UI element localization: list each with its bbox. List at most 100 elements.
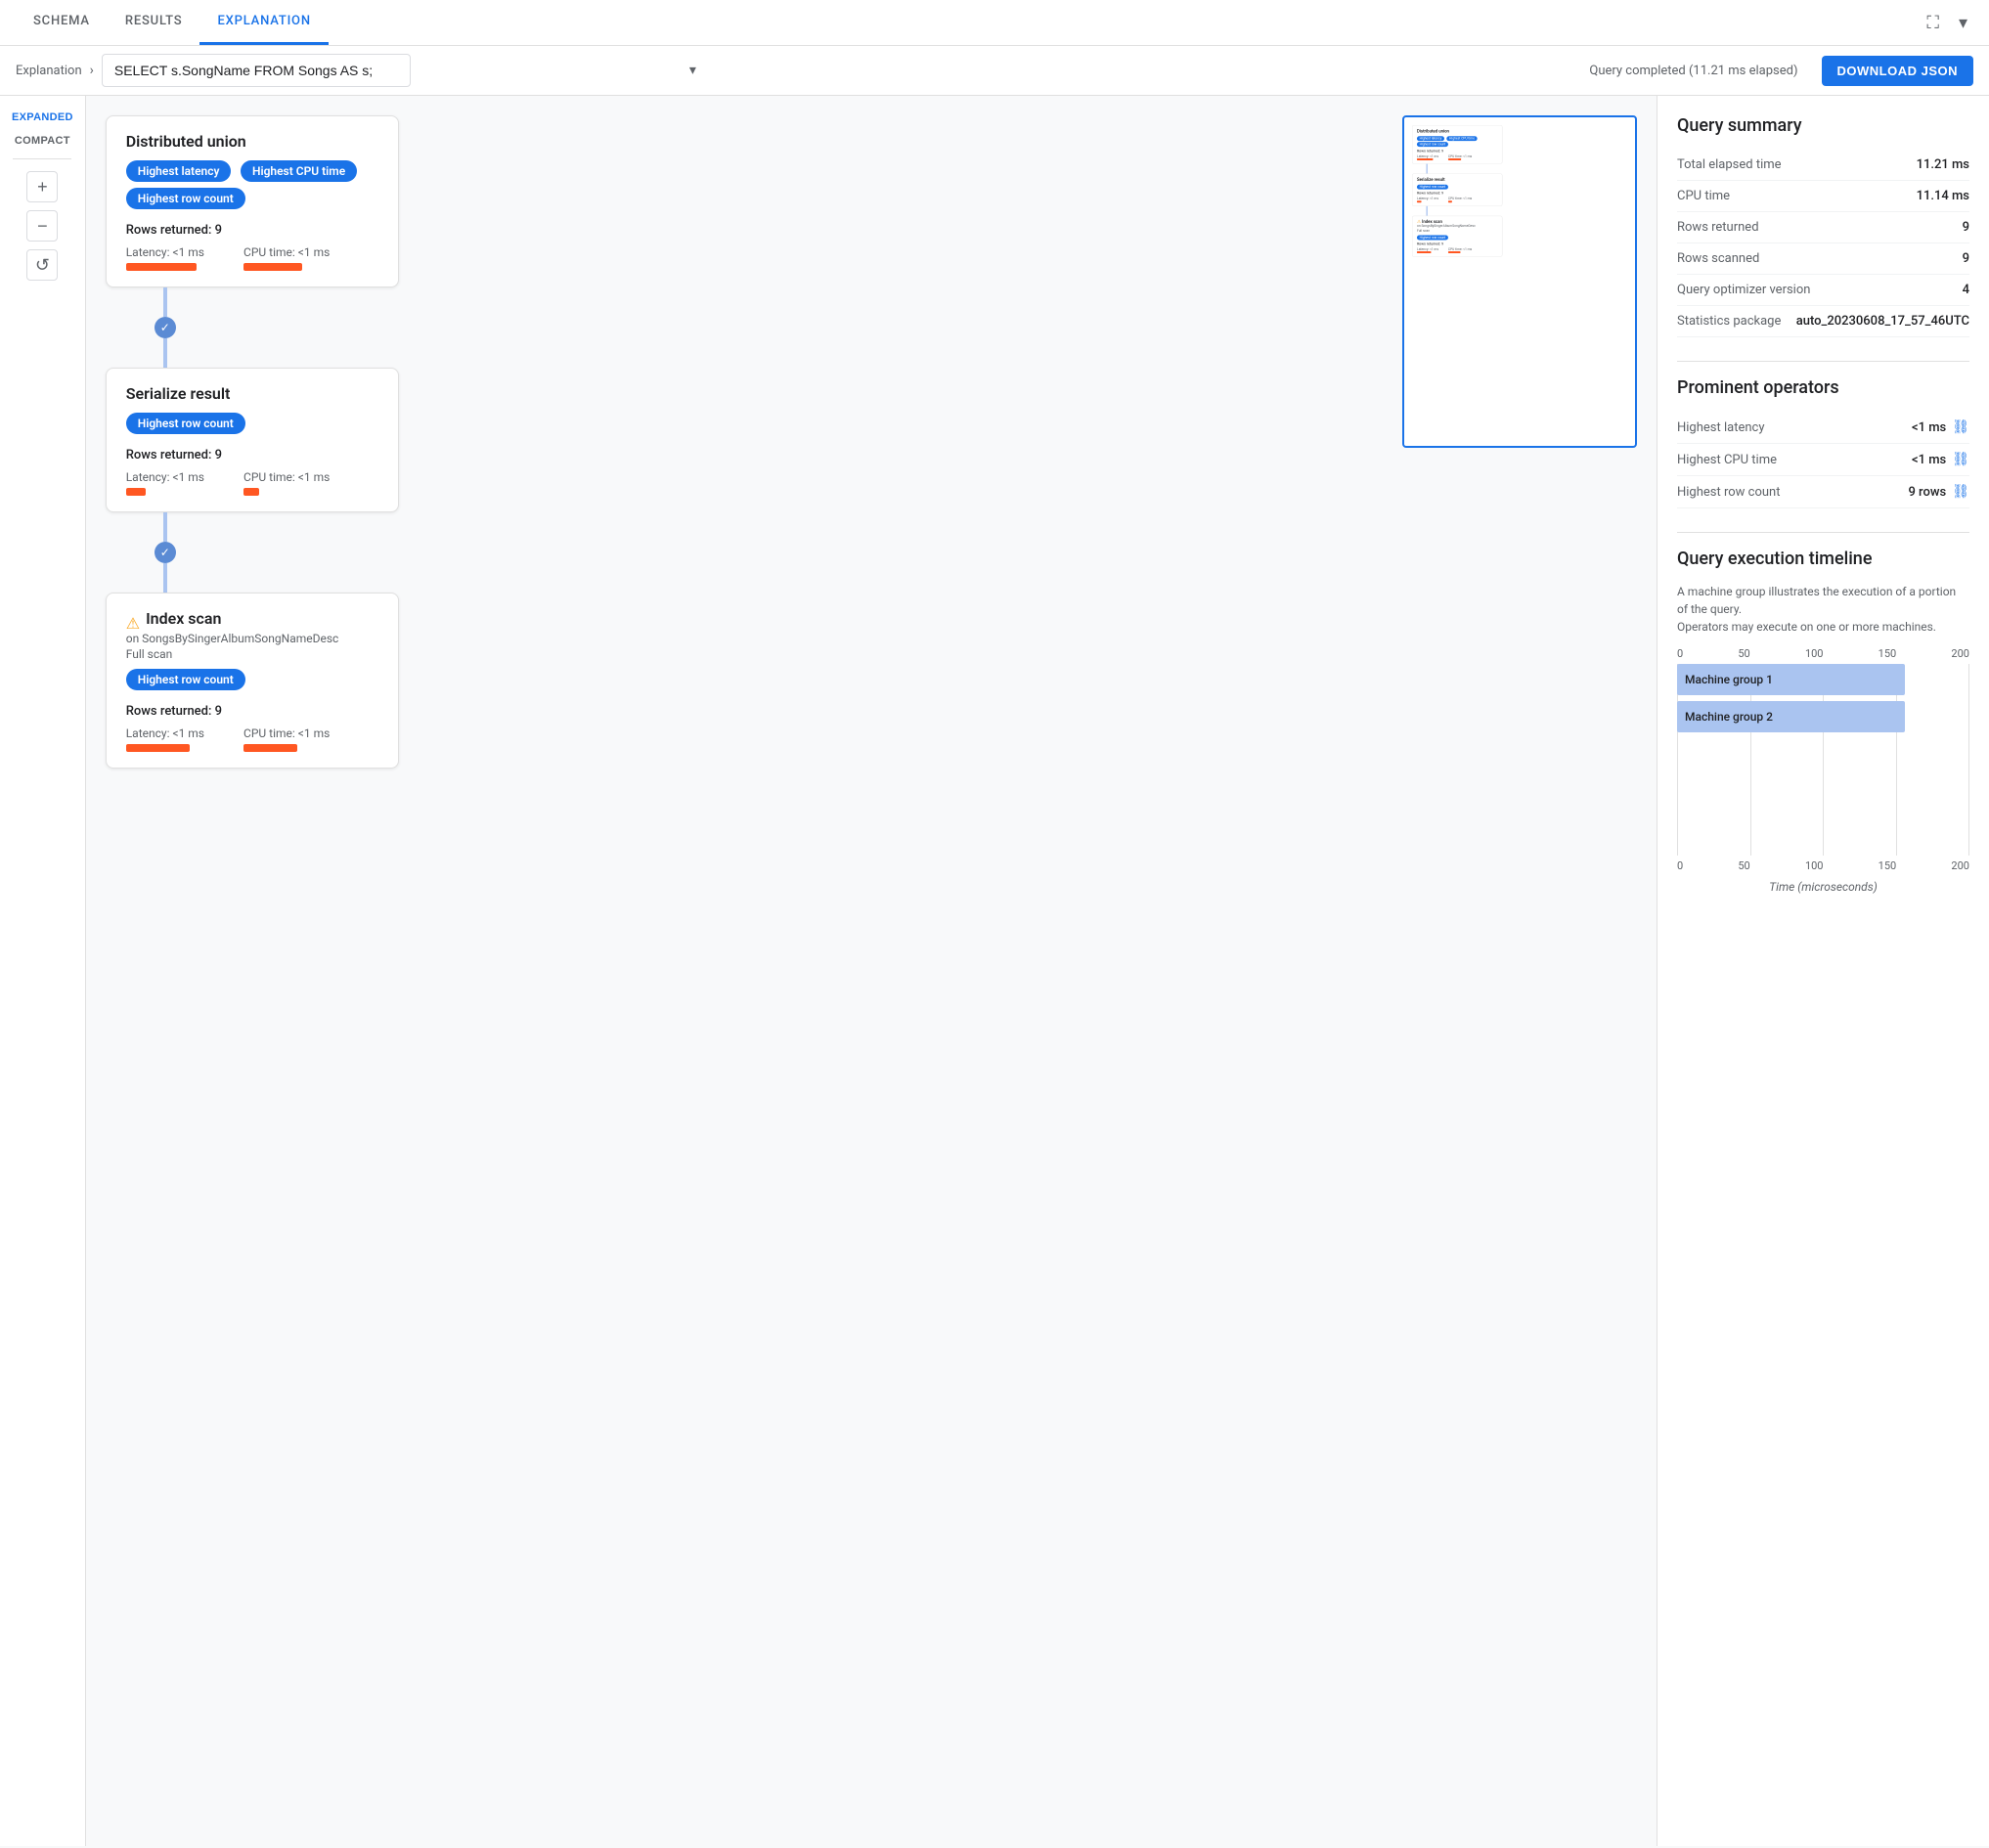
prominent-value-latency: <1 ms ⛓ [1912, 419, 1969, 435]
node-index-scan[interactable]: ⚠ Index scan on SongsBySingerAlbumSongNa… [106, 593, 399, 769]
cpu-metric-serialize: CPU time: <1 ms [243, 470, 330, 496]
chart-area: 0 50 100 150 200 [1677, 647, 1969, 894]
summary-label-optimizer: Query optimizer version [1677, 283, 1810, 297]
mini-lat-bar-1 [1417, 158, 1434, 160]
connector-2: ✓ [163, 512, 176, 593]
fullscreen-button[interactable]: ⛶ [1921, 7, 1945, 39]
badge-highest-latency[interactable]: Highest latency [126, 160, 232, 182]
axis-bottom-4: 200 [1951, 859, 1969, 872]
node-title-distributed-union: Distributed union [126, 132, 378, 151]
cpu-bar-serialize [243, 488, 259, 496]
axis-top-1: 50 [1738, 647, 1749, 660]
zoom-in-button[interactable]: + [26, 171, 58, 202]
right-panel: Query summary Total elapsed time 11.21 m… [1657, 96, 1989, 1846]
mini-rows-3: Rows returned: 9 [1417, 242, 1498, 245]
mini-conn-1 [1427, 164, 1428, 174]
diagram-area[interactable]: Distributed union Highest latency Highes… [86, 96, 1657, 1846]
timeline-desc2: Operators may execute on one or more mac… [1677, 620, 1936, 634]
tab-schema[interactable]: SCHEMA [16, 0, 108, 45]
connector-line-2 [163, 512, 167, 542]
chart-axis-top: 0 50 100 150 200 [1677, 647, 1969, 660]
badge-highest-row-distributed[interactable]: Highest row count [126, 188, 245, 209]
mini-badge-1a: Highest latency [1417, 136, 1444, 141]
axis-top-2: 100 [1805, 647, 1824, 660]
axis-top-4: 200 [1951, 647, 1969, 660]
prominent-row-cpu: Highest CPU time <1 ms ⛓ [1677, 444, 1969, 476]
prominent-val-latency-text: <1 ms [1912, 420, 1946, 435]
more-options-button[interactable]: ▾ [1953, 7, 1973, 39]
zoom-out-button[interactable]: − [26, 210, 58, 242]
mini-badge-1c: Highest row count [1417, 142, 1448, 147]
link-icon-cpu[interactable]: ⛓ [1952, 452, 1969, 467]
badge-highest-row-serialize[interactable]: Highest row count [126, 413, 245, 434]
chart-bar-label-1: Machine group 1 [1677, 673, 1773, 686]
mini-cpu-3: CPU time: <1 ms [1448, 247, 1472, 253]
tabs-right: ⛶ ▾ [1921, 7, 1973, 39]
query-summary-title: Query summary [1677, 115, 1969, 136]
latency-label-distributed: Latency: <1 ms [126, 245, 204, 259]
chart-bar-row-1: Machine group 1 [1677, 664, 1969, 695]
cpu-label-distributed: CPU time: <1 ms [243, 245, 330, 259]
mini-badges-1: Highest latency Highest CPU time Highest… [1417, 136, 1498, 148]
query-select[interactable]: SELECT s.SongName FROM Songs AS s; [102, 54, 411, 87]
mini-title-2: Serialize result [1417, 177, 1498, 182]
latency-metric-index: Latency: <1 ms [126, 726, 204, 752]
cpu-bar-distributed [243, 263, 302, 271]
mini-metrics-2: Latency: <1 ms CPU time: <1 ms [1417, 198, 1498, 203]
mini-subtitle-3: on SongsBySingerAlbumSongNameDesc [1417, 224, 1498, 228]
cpu-metric-index: CPU time: <1 ms [243, 726, 330, 752]
tab-results[interactable]: RESULTS [108, 0, 200, 45]
node-rows-serialize: Rows returned: 9 [126, 448, 378, 462]
left-sidebar: EXPANDED COMPACT + − ↺ [0, 96, 86, 1846]
mini-cpu-bar-3 [1448, 251, 1461, 253]
metrics-index: Latency: <1 ms CPU time: <1 ms [126, 726, 378, 752]
download-json-button[interactable]: DOWNLOAD JSON [1822, 56, 1974, 86]
mini-node-2: Serialize result Highest row count Rows … [1412, 174, 1502, 206]
tab-explanation[interactable]: EXPLANATION [199, 0, 328, 45]
connector-check-2: ✓ [160, 546, 170, 559]
mini-lat-1: Latency: <1 ms [1417, 154, 1438, 160]
panel-divider-1 [1677, 361, 1969, 362]
chart-x-label: Time (microseconds) [1677, 880, 1969, 894]
timeline-desc1: A machine group illustrates the executio… [1677, 585, 1956, 616]
mini-rows-2: Rows returned: 9 [1417, 191, 1498, 195]
connector-dot-1: ✓ [155, 317, 176, 338]
node-title-serialize: Serialize result [126, 384, 378, 403]
node-badges-serialize: Highest row count [126, 413, 378, 440]
chart-axis-bottom: 0 50 100 150 200 [1677, 859, 1969, 872]
summary-value-rows-returned: 9 [1963, 220, 1969, 235]
axis-bottom-1: 50 [1738, 859, 1749, 872]
mini-lat-2: Latency: <1 ms [1417, 198, 1438, 203]
mini-metrics-1: Latency: <1 ms CPU time: <1 ms [1417, 154, 1498, 160]
badge-highest-row-index[interactable]: Highest row count [126, 669, 245, 690]
summary-row-stats: Statistics package auto_20230608_17_57_4… [1677, 306, 1969, 337]
minimap-inner: Distributed union Highest latency Highes… [1412, 125, 1631, 257]
prominent-val-cpu-text: <1 ms [1912, 453, 1946, 467]
summary-value-cpu: 11.14 ms [1917, 189, 1969, 203]
tabs-left: SCHEMA RESULTS EXPLANATION [16, 0, 329, 45]
badge-highest-cpu[interactable]: Highest CPU time [241, 160, 357, 182]
summary-row-optimizer: Query optimizer version 4 [1677, 275, 1969, 306]
cpu-metric-distributed: CPU time: <1 ms [243, 245, 330, 271]
mini-badge-2: Highest row count [1417, 185, 1448, 190]
mini-badge-1b: Highest CPU time [1446, 136, 1477, 141]
cpu-label-index: CPU time: <1 ms [243, 726, 330, 740]
compact-view-button[interactable]: COMPACT [9, 131, 76, 151]
reset-zoom-button[interactable]: ↺ [26, 249, 58, 281]
link-icon-latency[interactable]: ⛓ [1952, 419, 1969, 435]
query-summary-section: Query summary Total elapsed time 11.21 m… [1677, 115, 1969, 337]
node-serialize-result[interactable]: Serialize result Highest row count Rows … [106, 368, 399, 512]
expanded-view-button[interactable]: EXPANDED [6, 108, 79, 127]
metrics-distributed: Latency: <1 ms CPU time: <1 ms [126, 245, 378, 271]
main-layout: EXPANDED COMPACT + − ↺ Distributed union… [0, 96, 1989, 1846]
panel-divider-2 [1677, 532, 1969, 533]
link-icon-rowcount[interactable]: ⛓ [1952, 484, 1969, 500]
axis-bottom-0: 0 [1677, 859, 1683, 872]
chart-bar-label-2: Machine group 2 [1677, 710, 1773, 724]
latency-bar-index [126, 744, 190, 752]
connector-dot-2: ✓ [155, 542, 176, 563]
breadcrumb-label: Explanation [16, 64, 82, 78]
cpu-label-serialize: CPU time: <1 ms [243, 470, 330, 484]
node-distributed-union[interactable]: Distributed union Highest latency Highes… [106, 115, 399, 287]
mini-lat-3: Latency: <1 ms [1417, 247, 1438, 253]
